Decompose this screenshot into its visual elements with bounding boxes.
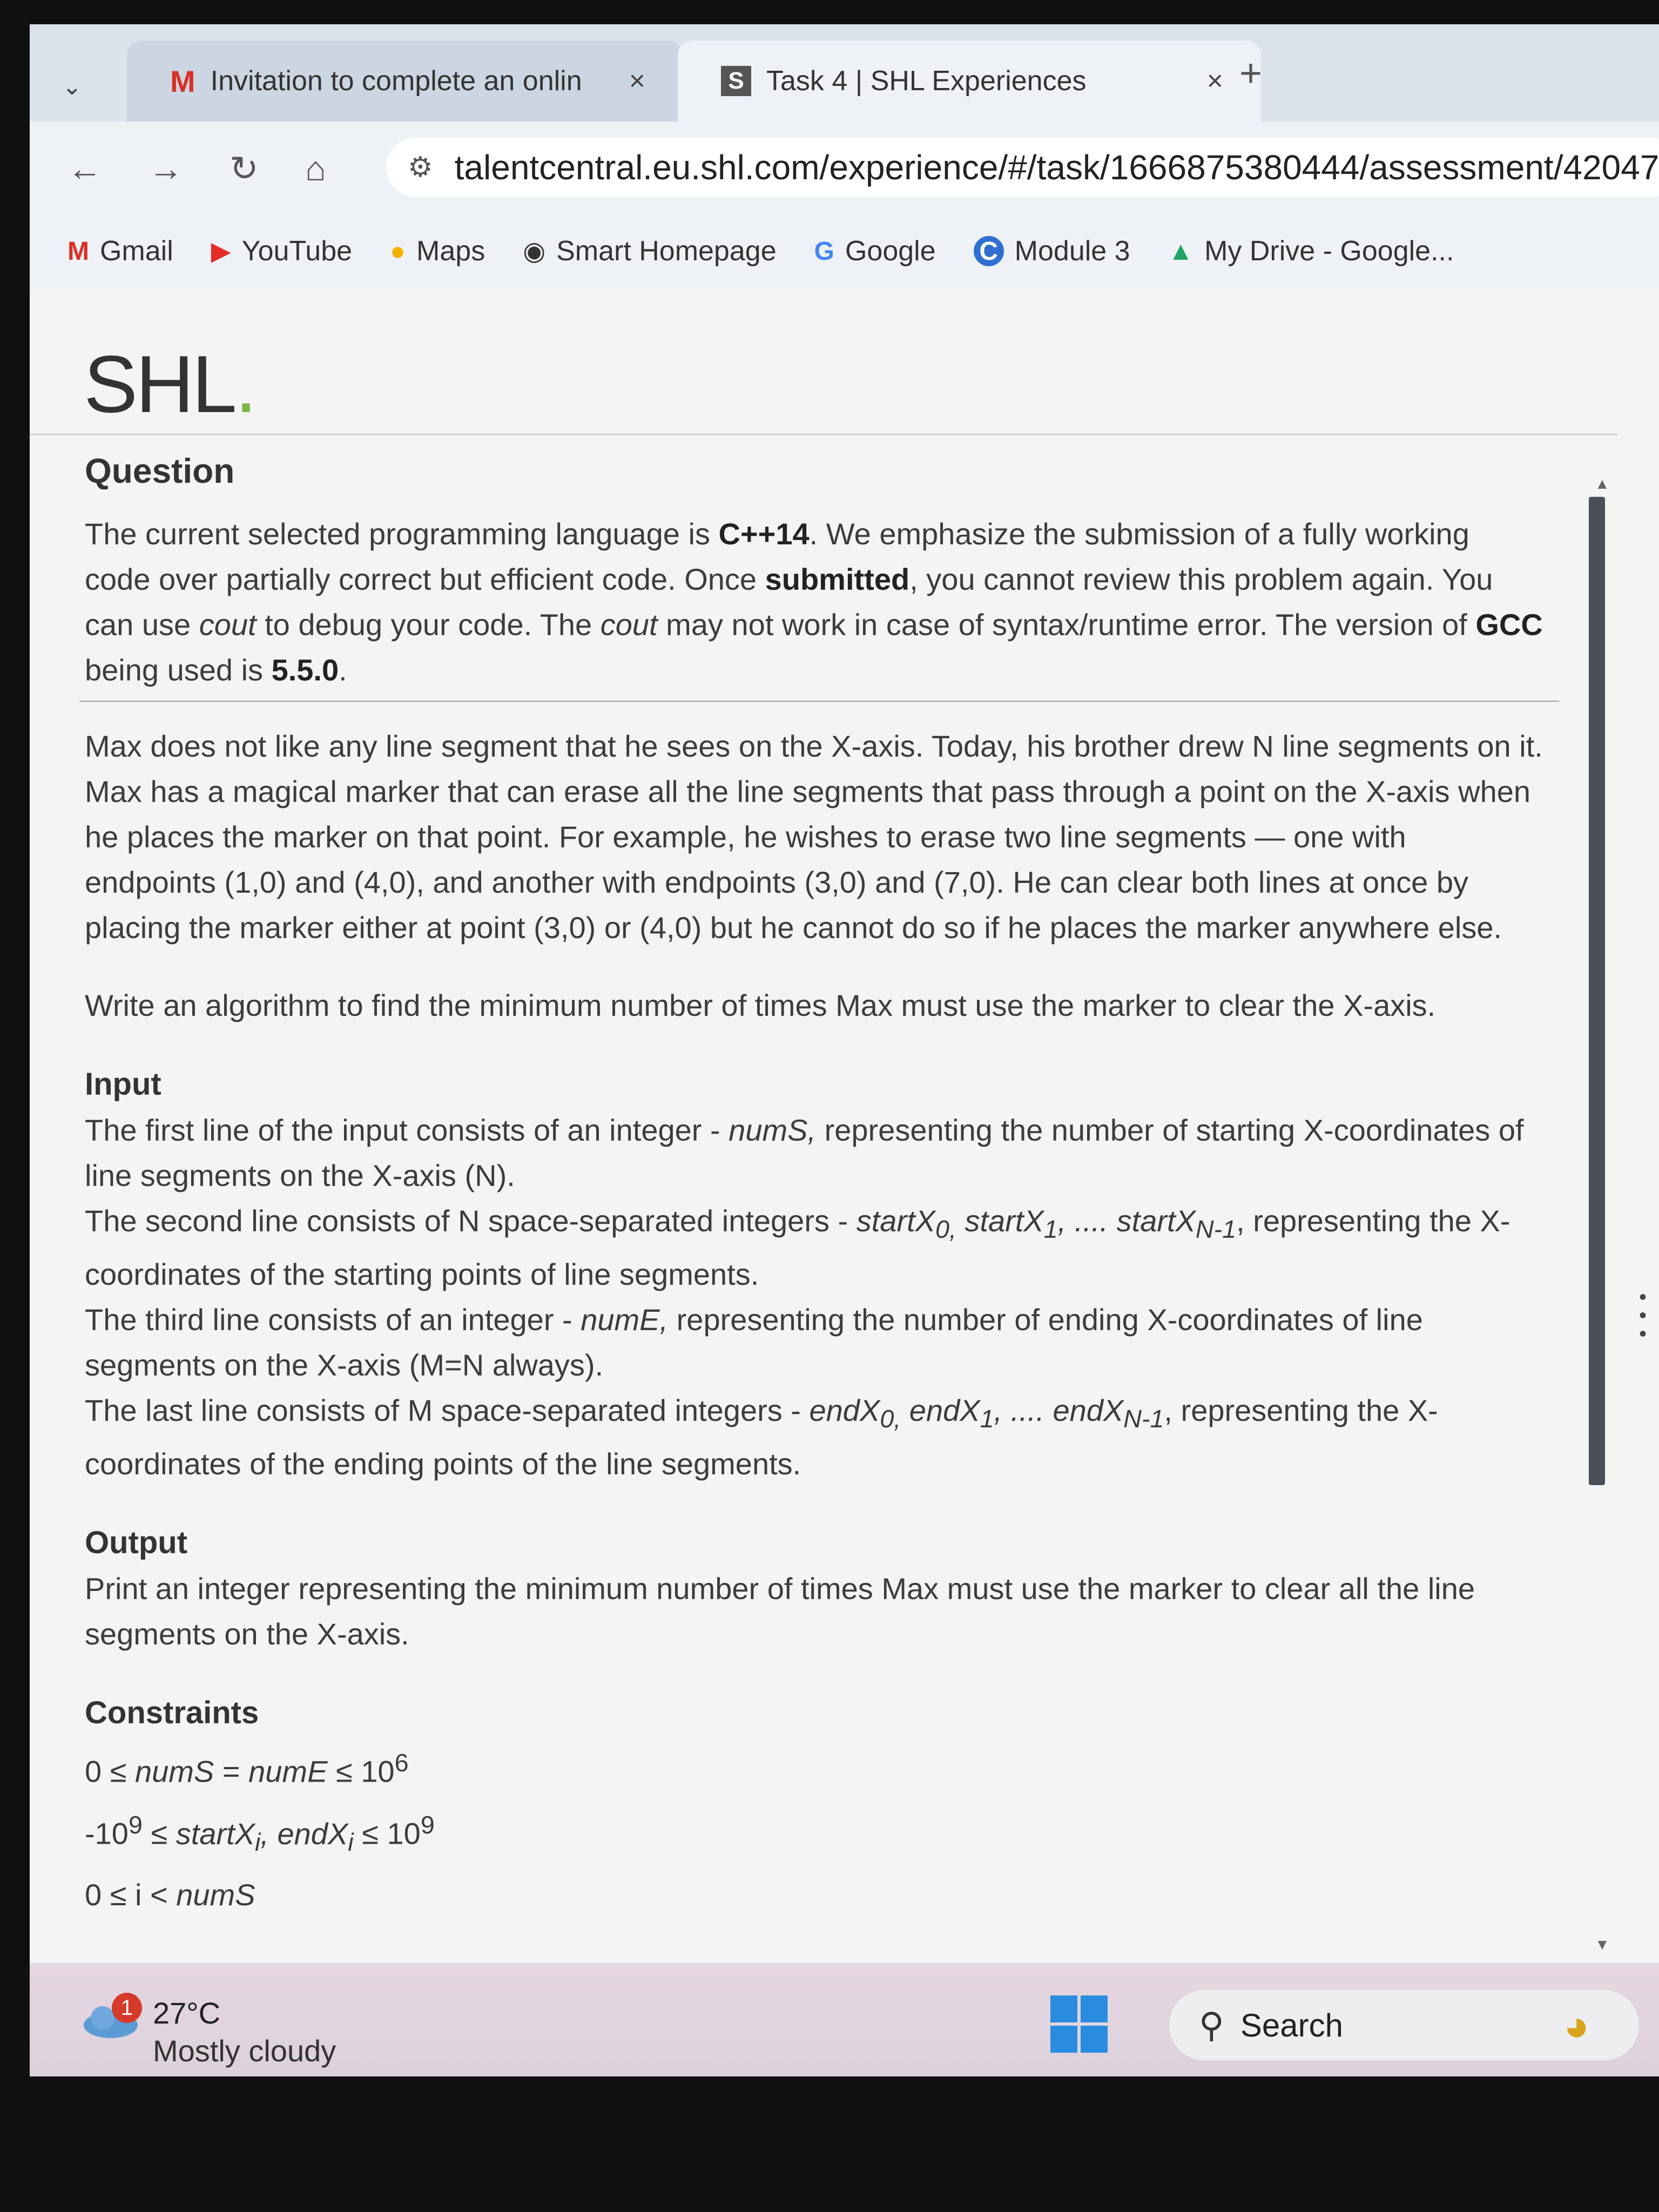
bookmark-label: Module 3 <box>1014 235 1130 267</box>
output-heading: Output <box>85 1525 188 1561</box>
tab-shl-experiences[interactable]: S Task 4 | SHL Experiences × <box>678 41 1261 122</box>
bookmarks-bar: M Gmail ▶ YouTube ● Maps ◉ Smart Homepag… <box>30 213 1659 289</box>
drive-icon: ▲ <box>1168 237 1194 266</box>
navigation-bar: ← → ↻ ⌂ ⚙ talentcentral.eu.shl.com/exper… <box>30 122 1659 213</box>
question-panel: Question The current selected programmin… <box>79 451 1559 1921</box>
bookmark-my-drive[interactable]: ▲ My Drive - Google... <box>1168 235 1454 267</box>
youtube-icon: ▶ <box>211 237 231 266</box>
logo-dot: . <box>234 339 258 429</box>
bookmark-label: Gmail <box>99 235 173 267</box>
module-icon: C <box>973 236 1004 266</box>
tab-search-chevron-icon[interactable]: ⌄ <box>62 73 82 100</box>
close-tab-icon[interactable]: × <box>629 65 645 97</box>
logo-text: SHL <box>84 339 237 429</box>
close-tab-icon[interactable]: × <box>1207 65 1223 97</box>
constraints-heading: Constraints <box>85 1695 259 1731</box>
panel-drag-handle-icon[interactable]: • • • <box>1639 1286 1647 1345</box>
gmail-icon: M <box>68 237 89 266</box>
question-divider <box>79 700 1559 702</box>
constraint-2: -109 ≤ startXi, endXi ≤ 109 <box>85 1811 435 1856</box>
pinned-app-icon[interactable]: ◕ <box>1563 2001 1589 2051</box>
constraint-3: 0 ≤ i < numS <box>85 1877 255 1912</box>
bookmark-label: Google <box>845 235 936 267</box>
home-icon[interactable]: ⌂ <box>305 149 326 188</box>
bookmark-label: Smart Homepage <box>556 235 777 267</box>
bookmark-gmail[interactable]: M Gmail <box>68 235 173 267</box>
new-tab-icon[interactable]: + <box>1239 51 1262 96</box>
input-line-3: The third line consists of an integer - … <box>85 1303 1423 1382</box>
question-heading: Question <box>85 451 235 490</box>
address-url[interactable]: talentcentral.eu.shl.com/experience/#/ta… <box>455 147 1659 187</box>
bookmark-label: My Drive - Google... <box>1204 235 1454 267</box>
bookmark-smart-homepage[interactable]: ◉ Smart Homepage <box>523 235 776 267</box>
shl-favicon-icon: S <box>721 66 751 96</box>
constraint-1: 0 ≤ numS = numE ≤ 106 <box>85 1749 409 1789</box>
weather-condition[interactable]: Mostly cloudy <box>153 2033 336 2068</box>
input-line-2: The second line consists of N space-sepa… <box>85 1204 1510 1292</box>
site-info-icon[interactable]: ⚙ <box>408 151 433 184</box>
bookmark-label: Maps <box>416 235 485 267</box>
forward-arrow-icon[interactable]: → <box>149 149 183 188</box>
input-heading: Input <box>85 1067 161 1102</box>
windows-start-icon[interactable] <box>1050 1995 1110 2055</box>
header-divider <box>30 434 1617 435</box>
search-label: Search <box>1240 2007 1343 2044</box>
language-note: The current selected programming languag… <box>85 517 1543 687</box>
scroll-down-icon[interactable]: ▼ <box>1595 1936 1610 1953</box>
maps-pin-icon: ● <box>390 237 406 266</box>
bookmark-maps[interactable]: ● Maps <box>390 235 485 267</box>
search-icon: ⚲ <box>1199 2005 1224 2045</box>
smart-homepage-icon: ◉ <box>523 237 546 266</box>
shl-logo: SHL. <box>84 338 258 431</box>
gmail-icon: M <box>170 64 195 98</box>
bookmark-module-3[interactable]: C Module 3 <box>973 235 1130 267</box>
tab-title: Task 4 | SHL Experiences <box>766 65 1087 97</box>
output-text: Print an integer representing the minimu… <box>85 1572 1475 1651</box>
input-line-4: The last line consists of M space-separa… <box>85 1393 1438 1481</box>
taskbar: 1 27°C Mostly cloudy ⚲ Search ◕ <box>30 1963 1659 2076</box>
weather-temperature[interactable]: 27°C <box>153 1995 220 2031</box>
tab-invitation[interactable]: M Invitation to complete an onlin × <box>127 41 683 122</box>
task-statement: Write an algorithm to find the minimum n… <box>85 988 1436 1022</box>
google-icon: G <box>814 237 834 266</box>
tab-title: Invitation to complete an onlin <box>210 65 582 97</box>
back-arrow-icon[interactable]: ← <box>68 149 102 188</box>
reload-icon[interactable]: ↻ <box>230 149 259 189</box>
screen: ⌄ M Invitation to complete an onlin × S … <box>30 24 1659 2076</box>
scroll-up-icon[interactable]: ▲ <box>1595 475 1610 493</box>
input-line-1: The first line of the input consists of … <box>85 1113 1524 1192</box>
notification-badge: 1 <box>112 1993 142 2023</box>
scrollbar-thumb[interactable] <box>1589 497 1605 1485</box>
bookmark-label: YouTube <box>241 235 353 267</box>
tab-strip: ⌄ M Invitation to complete an onlin × S … <box>30 24 1659 122</box>
problem-statement: Max does not like any line segment that … <box>85 729 1543 945</box>
page-content: SHL. ▲ ▼ • • • Question The current select… <box>30 289 1659 1963</box>
address-bar[interactable]: ⚙ talentcentral.eu.shl.com/experience/#/… <box>386 138 1659 197</box>
bookmark-youtube[interactable]: ▶ YouTube <box>211 235 352 267</box>
bookmark-google[interactable]: G Google <box>814 235 936 267</box>
